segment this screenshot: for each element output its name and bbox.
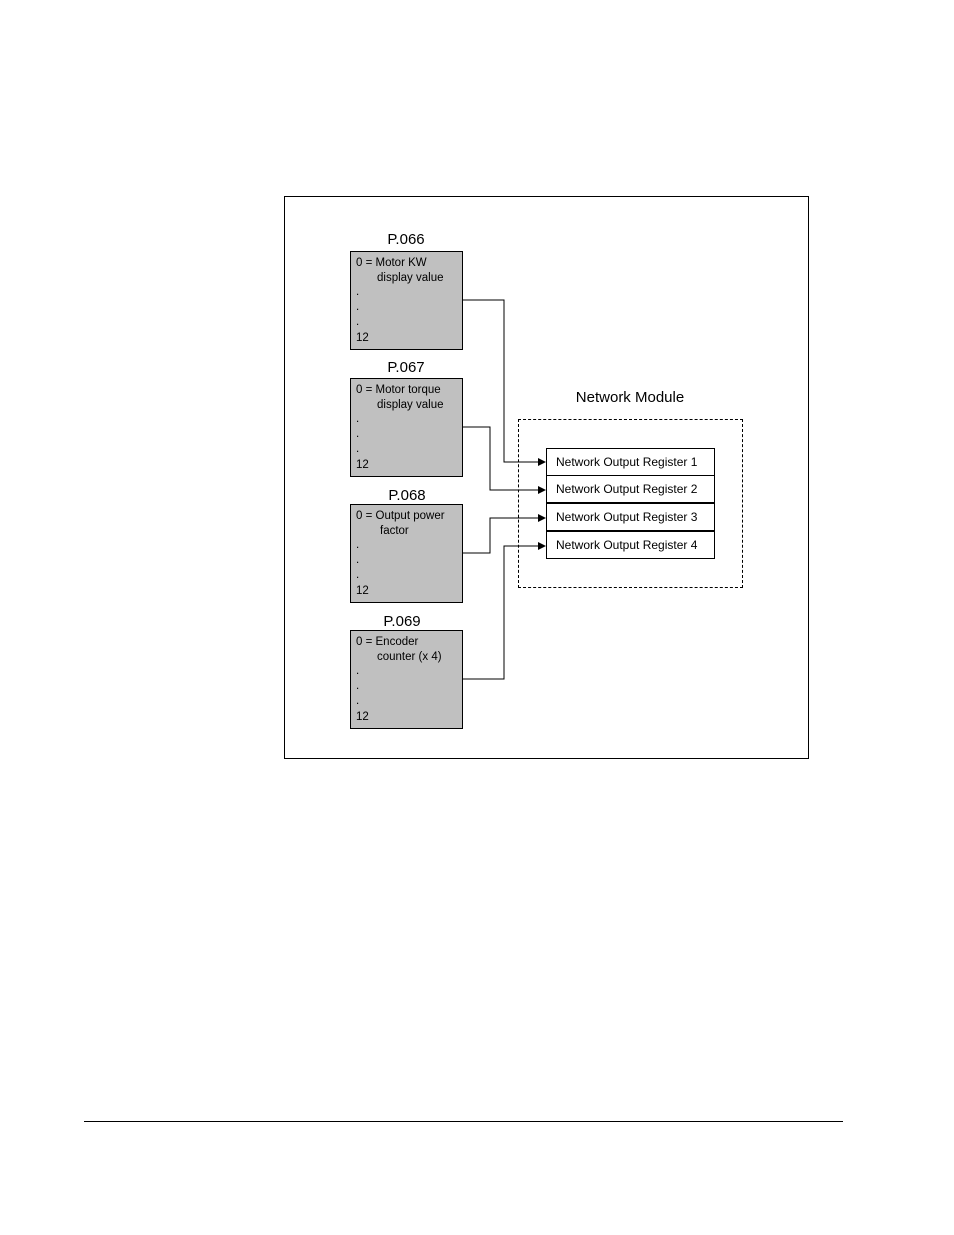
- connector-layer: [462, 299, 546, 680]
- connector-p069-to-register-4: [462, 542, 546, 680]
- page-footer-rule: [84, 1121, 843, 1122]
- connector-p066-to-register-1: [462, 299, 546, 466]
